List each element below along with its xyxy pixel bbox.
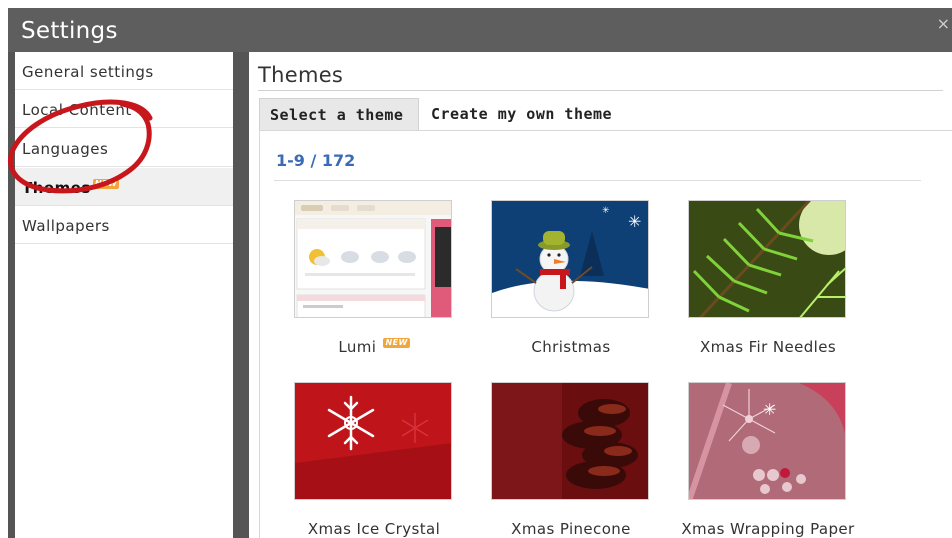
- sidebar-item-themes[interactable]: Themes NEW: [15, 168, 233, 206]
- theme-name: Christmas: [531, 338, 611, 356]
- settings-sidebar: General settings Local Content Languages…: [15, 52, 233, 538]
- theme-thumbnail[interactable]: [294, 200, 452, 318]
- theme-thumbnail[interactable]: [688, 200, 846, 318]
- svg-text:✳: ✳: [763, 400, 776, 419]
- tab-label: Select a theme: [270, 106, 404, 124]
- sidebar-item-general-settings[interactable]: General settings: [15, 52, 233, 90]
- window-title: Settings: [21, 18, 118, 44]
- tab-label: Create my own theme: [431, 105, 613, 123]
- gallery-divider: [274, 180, 921, 181]
- theme-name: Xmas Ice Crystal: [307, 520, 441, 538]
- title-divider: [258, 90, 943, 91]
- theme-thumbnail[interactable]: [491, 382, 649, 500]
- theme-thumbnail[interactable]: [294, 382, 452, 500]
- theme-name-text: Lumi: [338, 338, 377, 356]
- svg-text:✳: ✳: [602, 206, 610, 216]
- theme-name: Xmas Pinecone: [511, 520, 631, 538]
- pagination-counter: 1-9 / 172: [276, 151, 356, 170]
- new-badge: NEW: [92, 179, 120, 189]
- theme-thumbnail[interactable]: ✳: [688, 382, 846, 500]
- new-badge: NEW: [383, 338, 410, 348]
- theme-name: Lumi NEW: [284, 338, 464, 356]
- theme-gallery: 1-9 / 172 Lumi NEW ✳ ✳ Christmas Xmas Fi…: [259, 130, 952, 538]
- sidebar-item-label: General settings: [22, 63, 154, 81]
- tab-create-my-own-theme[interactable]: Create my own theme: [421, 98, 647, 130]
- sidebar-item-text: Themes: [22, 179, 91, 197]
- tab-select-a-theme[interactable]: Select a theme: [259, 98, 419, 130]
- sidebar-item-label: Local Content: [22, 101, 132, 119]
- sidebar-item-label: Themes NEW: [22, 179, 120, 197]
- divider: [233, 52, 241, 538]
- sidebar-item-local-content[interactable]: Local Content: [15, 90, 233, 128]
- sidebar-item-languages[interactable]: Languages: [15, 129, 233, 167]
- sidebar-item-label: Languages: [22, 140, 109, 158]
- close-icon[interactable]: ×: [937, 16, 950, 32]
- title-bar: Settings ×: [8, 8, 952, 52]
- themes-panel: Themes Select a theme Create my own them…: [249, 52, 952, 538]
- theme-thumbnail[interactable]: ✳ ✳: [491, 200, 649, 318]
- page-title: Themes: [258, 63, 344, 87]
- theme-name: Xmas Wrapping Paper: [681, 520, 855, 538]
- sidebar-item-label: Wallpapers: [22, 217, 110, 235]
- svg-text:✳: ✳: [628, 212, 641, 231]
- theme-name: Xmas Fir Needles: [699, 338, 837, 356]
- sidebar-item-wallpapers[interactable]: Wallpapers: [15, 206, 233, 244]
